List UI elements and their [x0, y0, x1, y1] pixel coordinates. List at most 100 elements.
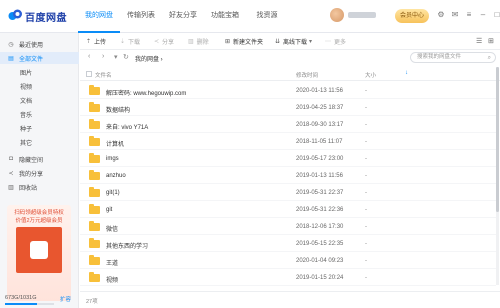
avatar[interactable]	[330, 8, 344, 22]
tab-find-resources[interactable]: 找资源	[246, 0, 288, 33]
more-button[interactable]: ⋯ 更多	[325, 37, 346, 46]
column-header-date[interactable]: 修改时间	[296, 71, 318, 79]
folder-icon	[89, 272, 100, 282]
file-name[interactable]: git(1)	[106, 190, 120, 196]
baidu-netdisk-logo-icon	[8, 9, 22, 20]
dropdown-icon[interactable]: ▾	[114, 53, 118, 61]
table-row[interactable]: git(1) 2019-05-31 22:37 -	[80, 184, 496, 201]
file-name[interactable]: 解压密码: www.hegouwip.com	[106, 88, 186, 97]
file-name[interactable]: 视频	[106, 275, 118, 284]
menu-icon[interactable]: ≡	[465, 10, 473, 20]
file-name[interactable]: git	[106, 207, 112, 213]
sidebar-item-hidden-space[interactable]: ◘ 隐藏空间	[0, 153, 79, 165]
list-view-icon[interactable]: ☰	[476, 37, 482, 45]
breadcrumb[interactable]: 我的网盘 ›	[135, 54, 163, 63]
tab-toolbox[interactable]: 功能宝箱	[204, 0, 246, 33]
member-center-button[interactable]: 会员中心	[395, 9, 429, 23]
tab-transfer-list[interactable]: 传输列表	[120, 0, 162, 33]
new-folder-button[interactable]: ⊞ 新建文件夹	[225, 37, 263, 46]
sort-arrow-icon[interactable]: ↓	[405, 70, 408, 76]
file-name[interactable]: 来自: vivo Y71A	[106, 122, 148, 131]
file-size: -	[365, 173, 367, 179]
table-row[interactable]: git 2019-05-31 22:36 -	[80, 201, 496, 218]
sidebar-item-my-share[interactable]: ≺ 我的分享	[0, 167, 79, 179]
promo-line-1: 扫码领超级会员特权	[14, 210, 64, 216]
table-row[interactable]: 视频 2019-01-15 20:24 -	[80, 269, 496, 286]
table-row[interactable]: 来自: vivo Y71A 2018-09-30 13:17 -	[80, 116, 496, 133]
file-date: 2018-12-06 17:30	[296, 224, 344, 230]
file-size: -	[365, 105, 367, 111]
table-row[interactable]: 计算机 2018-11-05 11:07 -	[80, 133, 496, 150]
back-icon[interactable]: ‹	[88, 53, 90, 60]
refresh-icon[interactable]: ↻	[123, 53, 129, 61]
expand-storage-link[interactable]: 扩容	[60, 295, 71, 303]
share-icon: ≺	[154, 39, 160, 45]
tab-friend-share[interactable]: 好友分享	[162, 0, 204, 33]
file-name[interactable]: 王道	[106, 258, 118, 267]
table-row[interactable]: 数据结构 2019-04-25 18:37 -	[80, 99, 496, 116]
search-icon[interactable]: ⌕	[488, 54, 491, 63]
scrollbar-thumb[interactable]	[496, 67, 499, 212]
maximize-icon[interactable]: □	[493, 10, 500, 20]
app-title: 百度网盘	[25, 13, 67, 24]
upload-button[interactable]: ⇡ 上传	[86, 37, 106, 46]
table-row[interactable]: 王道 2020-01-04 09:23 -	[80, 252, 496, 269]
file-size: -	[365, 207, 367, 213]
file-name[interactable]: anzhuo	[106, 173, 126, 179]
top-bar: 百度网盘 我的网盘 传输列表 好友分享 功能宝箱 找资源 会员中心 ⚙ ✉ ≡ …	[0, 0, 500, 33]
sidebar-item-label: 回收站	[19, 185, 38, 192]
table-header: 文件名 修改时间 大小 ↓	[80, 67, 500, 81]
sidebar-item-label: 我的分享	[19, 171, 44, 178]
item-count: 27项	[86, 299, 98, 305]
forward-icon[interactable]: ›	[102, 53, 104, 60]
folder-icon	[89, 170, 100, 180]
offline-download-button[interactable]: ⇊ 离线下载 ▾	[275, 37, 312, 46]
folder-icon	[89, 238, 100, 248]
sidebar-item-label: 隐藏空间	[19, 157, 44, 164]
share-icon: ≺	[8, 170, 14, 177]
file-name[interactable]: 数据结构	[106, 105, 130, 114]
promo-banner[interactable]: 扫码领超级会员特权 价值2万元超级会员	[7, 205, 71, 301]
file-date: 2019-05-15 22:35	[296, 241, 344, 247]
file-size: -	[365, 258, 367, 264]
column-header-name[interactable]: 文件名	[95, 71, 112, 79]
tab-my-netdisk[interactable]: 我的网盘	[78, 0, 120, 33]
file-name[interactable]: imgs	[106, 156, 119, 162]
table-row[interactable]: 其他东西的学习 2019-05-15 22:35 -	[80, 235, 496, 252]
sidebar-item-images[interactable]: 图片	[0, 66, 79, 78]
minimize-icon[interactable]: –	[479, 10, 487, 20]
table-row[interactable]: anzhuo 2019-01-13 11:56 -	[80, 167, 496, 184]
select-all-checkbox[interactable]	[86, 71, 92, 77]
column-header-size[interactable]: 大小	[365, 71, 376, 79]
grid-view-icon[interactable]: ⊞	[488, 37, 494, 45]
sidebar-item-recycle-bin[interactable]: ▥ 回收站	[0, 181, 79, 193]
vertical-scrollbar[interactable]	[496, 67, 499, 285]
sidebar-item-music[interactable]: 音乐	[0, 108, 79, 120]
files-icon: ▤	[8, 55, 14, 62]
sidebar-item-recent[interactable]: ◷ 最近使用	[0, 38, 79, 50]
trash-icon: ▥	[8, 184, 14, 191]
file-size: -	[365, 190, 367, 196]
file-name[interactable]: 计算机	[106, 139, 124, 148]
file-date: 2020-01-04 09:23	[296, 258, 344, 264]
download-icon: ⇣	[120, 39, 126, 45]
download-button[interactable]: ⇣ 下载	[120, 37, 140, 46]
sidebar-item-label: 图片	[20, 70, 33, 77]
sidebar-item-others[interactable]: 其它	[0, 136, 79, 148]
table-row[interactable]: 解压密码: www.hegouwip.com 2020-01-13 11:56 …	[80, 82, 496, 99]
sidebar-item-videos[interactable]: 视频	[0, 80, 79, 92]
sidebar-item-documents[interactable]: 文档	[0, 94, 79, 106]
storage-bar	[5, 303, 54, 305]
file-date: 2019-05-17 23:00	[296, 156, 344, 162]
mail-icon[interactable]: ✉	[451, 10, 459, 20]
sidebar-item-all-files[interactable]: ▤ 全部文件	[0, 52, 79, 64]
settings-icon[interactable]: ⚙	[437, 10, 445, 20]
share-button[interactable]: ≺ 分享	[154, 37, 174, 46]
search-input[interactable]: 搜索我的网盘文件 ⌕	[410, 52, 496, 63]
file-name[interactable]: 其他东西的学习	[106, 241, 148, 250]
delete-button[interactable]: ▥ 删除	[188, 37, 209, 46]
file-name[interactable]: 微信	[106, 224, 118, 233]
table-row[interactable]: 微信 2018-12-06 17:30 -	[80, 218, 496, 235]
sidebar-item-torrents[interactable]: 种子	[0, 122, 79, 134]
table-row[interactable]: imgs 2019-05-17 23:00 -	[80, 150, 496, 167]
